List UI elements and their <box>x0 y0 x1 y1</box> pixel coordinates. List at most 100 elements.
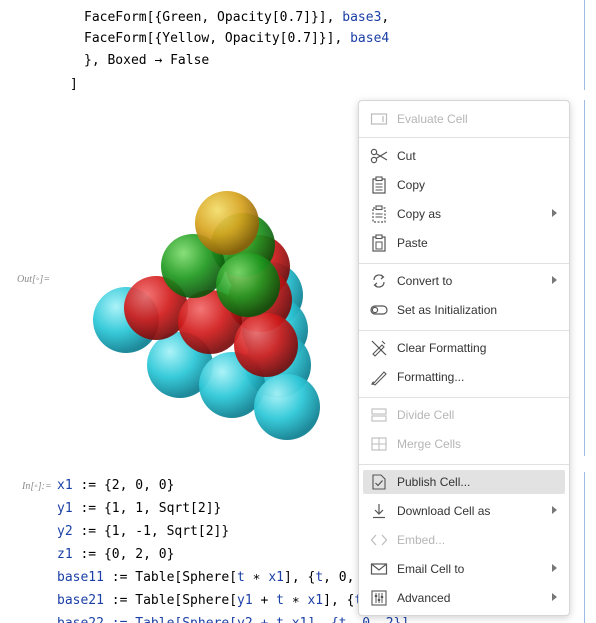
code-symbol-x1: x1 <box>57 478 73 493</box>
menu-label: Cut <box>397 149 416 163</box>
code-symbol-x1: x1 <box>307 593 324 608</box>
code-line-base11[interactable]: base11 := Table[Sphere[t ∗ x1], {t, 0, 3 <box>57 566 370 589</box>
paste-icon <box>369 234 389 252</box>
menu-label: Set as Initialization <box>397 303 498 317</box>
code-line-base21[interactable]: base21 := Table[Sphere[y1 + t ∗ x1], {t, <box>57 589 370 612</box>
context-menu: Evaluate Cell Cut Copy Copy as Paste Con… <box>358 100 570 616</box>
menu-item-email-cell-to[interactable]: Email Cell to <box>363 557 565 581</box>
code-symbol-base3: base3 <box>342 10 382 25</box>
code-symbol-z1: z1 <box>57 547 73 562</box>
menu-item-formatting[interactable]: Formatting... <box>363 365 565 389</box>
menu-label: Copy <box>397 178 426 192</box>
sphere-yellow <box>195 191 259 255</box>
cell-bracket-output[interactable] <box>584 100 585 456</box>
code-text: ∗ <box>244 570 269 585</box>
code-line-faceform-green[interactable]: FaceForm[{Green, Opacity[0.7]}], base3, <box>84 6 389 29</box>
cell-bracket-input-bottom[interactable] <box>584 472 585 623</box>
menu-item-download-cell-as[interactable]: Download Cell as <box>363 499 565 523</box>
menu-separator <box>359 397 569 398</box>
clipboard-dashed-icon <box>369 205 389 223</box>
code-line-close-bracket[interactable]: ] <box>70 73 78 96</box>
code-symbol-base21: base21 <box>57 593 104 608</box>
download-icon <box>369 502 389 520</box>
menu-item-copy-as[interactable]: Copy as <box>363 202 565 226</box>
code-symbol-x1: x1 <box>268 570 284 585</box>
merge-cells-icon <box>369 435 389 453</box>
sphere-cyan <box>254 374 320 440</box>
menu-label: Divide Cell <box>397 408 455 422</box>
menu-item-set-as-initialization[interactable]: Set as Initialization <box>363 298 565 322</box>
code-symbol-t: t <box>237 570 245 585</box>
brush-icon <box>369 368 389 386</box>
code-symbol-base11: base11 <box>57 570 104 585</box>
menu-separator <box>359 137 569 138</box>
menu-label: Clear Formatting <box>397 341 487 355</box>
code-text: FaceForm[{Yellow, Opacity[0.7]}], <box>84 31 351 46</box>
code-text: := Table[Sphere[ <box>103 570 238 585</box>
code-symbol-t: t <box>315 570 324 585</box>
code-text: := {1, 1, Sqrt[2]} <box>72 501 222 516</box>
code-symbol-y1: y1 <box>57 501 73 516</box>
evaluate-cell-icon <box>369 110 389 128</box>
code-symbol-y2: y2 <box>57 524 73 539</box>
menu-item-merge-cells[interactable]: Merge Cells <box>363 432 565 456</box>
sphere-red <box>234 313 298 377</box>
code-text: := {1, -1, Sqrt[2]} <box>72 524 230 539</box>
cell-bracket-input-top[interactable] <box>584 0 585 90</box>
menu-item-paste[interactable]: Paste <box>363 231 565 255</box>
code-symbol-y1: y1 <box>237 593 253 608</box>
code-symbol-t: t <box>276 593 284 608</box>
code-line-y2[interactable]: y2 := {1, -1, Sqrt[2]} <box>57 520 229 543</box>
code-text: ∗ <box>284 593 308 608</box>
clipboard-icon <box>369 176 389 194</box>
menu-item-convert-to[interactable]: Convert to <box>363 269 565 293</box>
menu-item-cut[interactable]: Cut <box>363 144 565 168</box>
code-line-boxed[interactable]: }, Boxed → False <box>84 49 209 72</box>
chevron-right-icon <box>552 209 557 217</box>
code-text: := {0, 2, 0} <box>72 547 175 562</box>
menu-item-divide-cell[interactable]: Divide Cell <box>363 403 565 427</box>
menu-item-advanced[interactable]: Advanced <box>363 586 565 610</box>
menu-item-embed[interactable]: Embed... <box>363 528 565 552</box>
code-line-z1[interactable]: z1 := {0, 2, 0} <box>57 543 174 566</box>
code-text: := Table[Sphere[ <box>103 593 238 608</box>
menu-separator <box>359 464 569 465</box>
chevron-right-icon <box>552 564 557 572</box>
menu-label: Convert to <box>397 274 453 288</box>
menu-item-publish-cell[interactable]: Publish Cell... <box>363 470 565 494</box>
chevron-right-icon <box>552 506 557 514</box>
menu-label: Advanced <box>397 591 451 605</box>
code-line-faceform-yellow[interactable]: FaceForm[{Yellow, Opacity[0.7]}], base4 <box>84 27 389 50</box>
code-text: , <box>381 10 390 25</box>
menu-label: Evaluate Cell <box>397 112 468 126</box>
sphere-green <box>216 253 280 317</box>
menu-label: Publish Cell... <box>397 475 471 489</box>
divide-cell-icon <box>369 406 389 424</box>
code-text: FaceForm[{Green, Opacity[0.7]}], <box>84 10 343 25</box>
menu-item-evaluate-cell[interactable]: Evaluate Cell <box>363 107 565 131</box>
publish-icon <box>369 473 389 491</box>
menu-separator <box>359 330 569 331</box>
envelope-icon <box>369 560 389 578</box>
code-text: ], { <box>323 593 355 608</box>
menu-separator <box>359 263 569 264</box>
convert-arrows-icon <box>369 272 389 290</box>
clear-formatting-icon <box>369 339 389 357</box>
code-text: + <box>252 593 277 608</box>
sphere-pyramid-graphic[interactable] <box>80 180 340 450</box>
menu-item-clear-formatting[interactable]: Clear Formatting <box>363 336 565 360</box>
out-label: Out[◦]= <box>17 274 51 285</box>
code-symbol-base4: base4 <box>350 31 390 46</box>
code-text: := {2, 0, 0} <box>72 478 175 493</box>
menu-label: Formatting... <box>397 370 465 384</box>
menu-label: Copy as <box>397 207 442 221</box>
in-label: In[◦]:= <box>22 481 52 492</box>
chevron-right-icon <box>552 593 557 601</box>
code-line-base22-partial[interactable]: base22 := Table[Sphere[y2 + t x1], {t, 0… <box>57 612 409 623</box>
menu-item-copy[interactable]: Copy <box>363 173 565 197</box>
code-text: ], { <box>284 570 316 585</box>
menu-label: Email Cell to <box>397 562 465 576</box>
code-line-x1[interactable]: x1 := {2, 0, 0} <box>57 474 174 497</box>
menu-label: Merge Cells <box>397 437 462 451</box>
code-line-y1[interactable]: y1 := {1, 1, Sqrt[2]} <box>57 497 221 520</box>
